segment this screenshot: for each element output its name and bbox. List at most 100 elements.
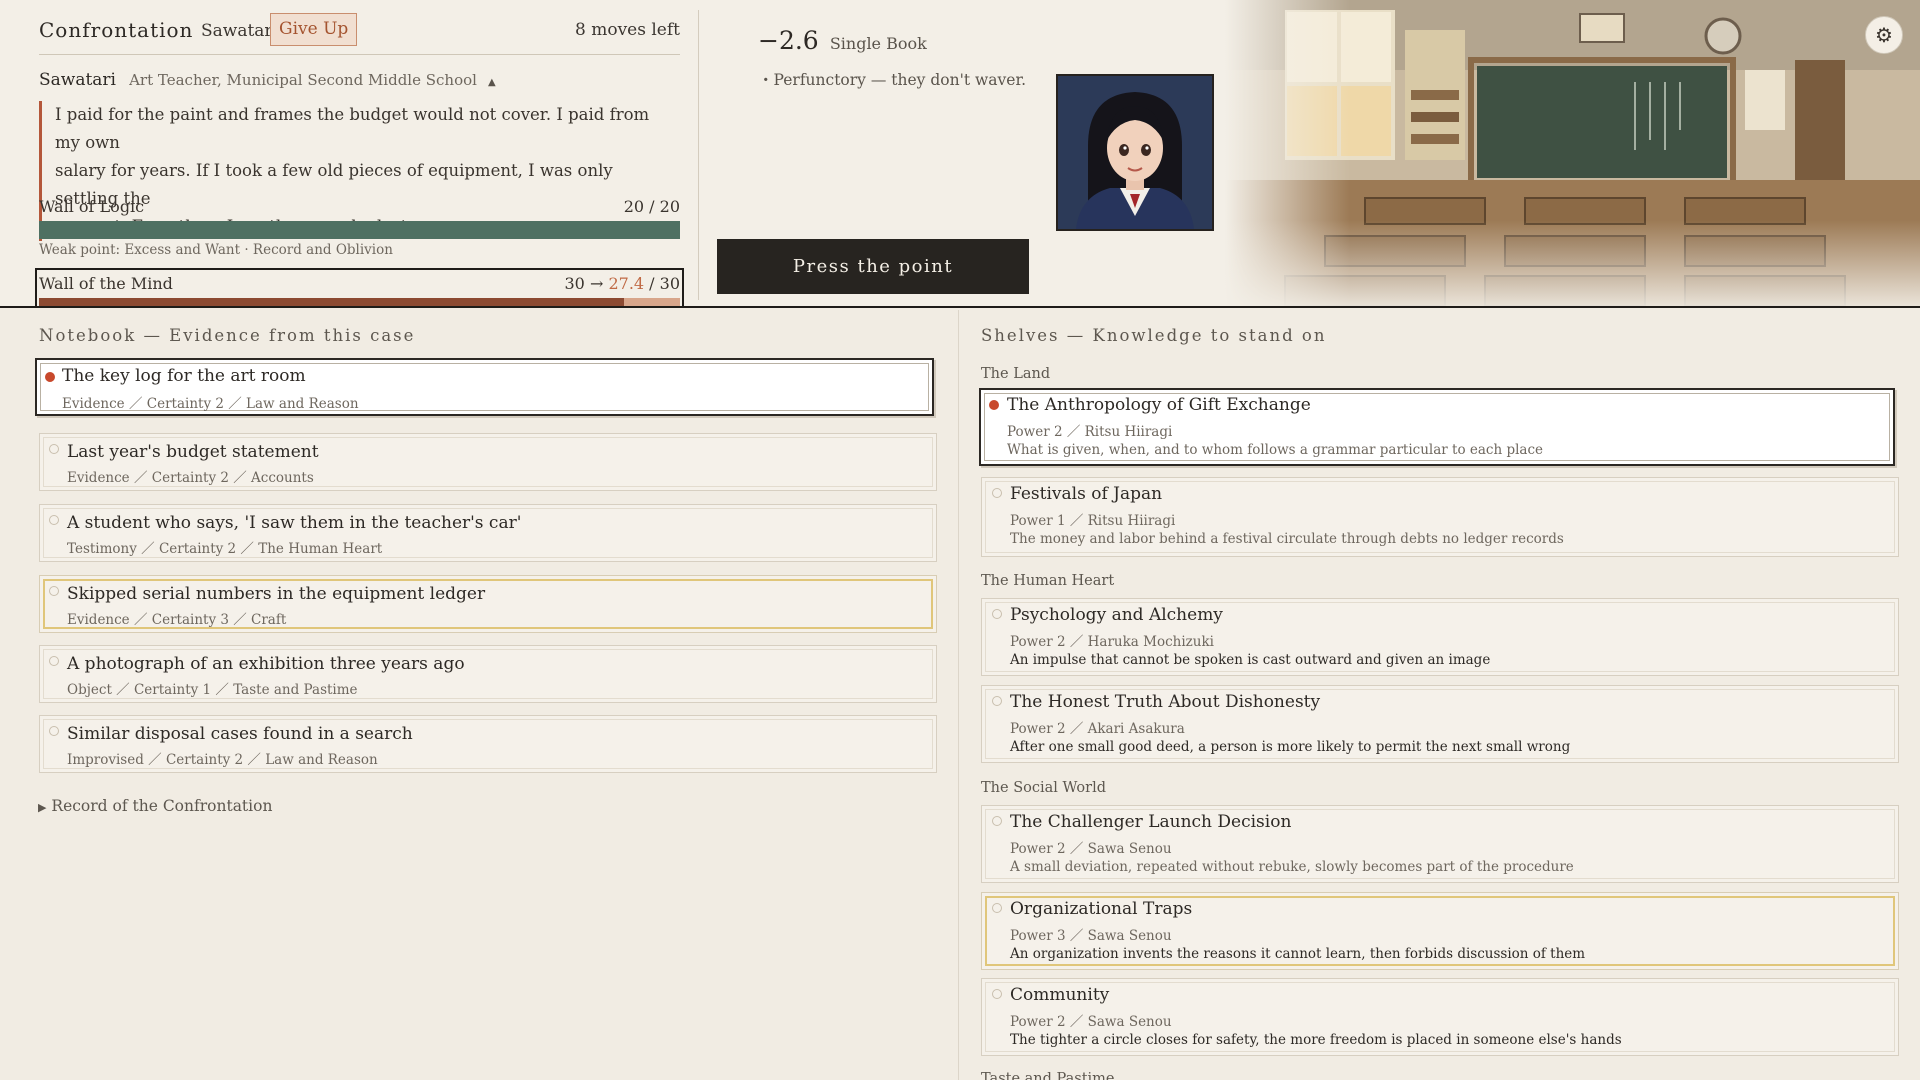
press-the-point-button[interactable]: Press the point (717, 239, 1029, 294)
quote-line: salary for years. If I took a few old pi… (55, 161, 613, 208)
section-divider (958, 310, 959, 1080)
attack-preview: −2.6 Single Book (758, 26, 927, 55)
book-title: Psychology and Alchemy (1010, 605, 1223, 625)
status-dot (45, 372, 55, 382)
triangle-right-icon: ▶ (38, 801, 47, 814)
book-description: The tighter a circle closes for safety, … (1010, 1032, 1622, 1048)
shelf-category: The Land (981, 366, 1051, 382)
book-meta: Power 2 ／ Haruka Mochizuki (1010, 634, 1214, 650)
evidence-card[interactable]: Last year's budget statement Evidence ／ C… (39, 433, 937, 491)
speaker-role: Art Teacher, Municipal Second Middle Sch… (129, 71, 477, 89)
wall-of-mind-max: / 30 (644, 274, 680, 293)
book-card[interactable]: The Anthropology of Gift Exchange Power 2… (979, 388, 1895, 466)
wall-of-mind-before: 30 → (564, 274, 604, 293)
evidence-card[interactable]: A photograph of an exhibition three year… (39, 645, 937, 703)
book-meta: Power 2 ／ Sawa Senou (1010, 1014, 1172, 1030)
evidence-meta: Object ／ Certainty 1 ／ Taste and Pastime (67, 682, 358, 698)
speaker-quote: I paid for the paint and frames the budg… (39, 101, 659, 241)
evidence-card[interactable]: Skipped serial numbers in the equipment … (39, 575, 937, 633)
opponent-name: Sawatari (201, 21, 278, 41)
status-dot (49, 515, 59, 525)
shelf-category: The Social World (981, 780, 1107, 796)
evidence-meta: Evidence ／ Certainty 2 ／ Law and Reason (62, 396, 359, 412)
wall-of-logic-fill (39, 221, 680, 239)
collapse-toggle-icon[interactable]: ▲ (488, 77, 496, 88)
status-dot (49, 586, 59, 596)
shelf-category: Taste and Pastime (981, 1071, 1115, 1080)
attack-kind: Single Book (829, 34, 927, 53)
attack-note: ・Perfunctory — they don't waver. (758, 71, 1027, 89)
book-title: Festivals of Japan (1010, 484, 1163, 504)
notebook-title: Notebook — Evidence from this case (39, 326, 416, 345)
evidence-title: A student who says, 'I saw them in the t… (67, 513, 522, 533)
wall-of-mind-after: 27.4 (608, 274, 645, 293)
book-title: The Challenger Launch Decision (1010, 812, 1292, 832)
portrait-image (1058, 76, 1212, 229)
book-title: Community (1010, 985, 1110, 1005)
status-dot (992, 816, 1002, 826)
give-up-button[interactable]: Give Up (270, 13, 358, 46)
book-card[interactable]: Organizational Traps Power 3 ／ Sawa Senou… (981, 892, 1899, 970)
evidence-meta: Evidence ／ Certainty 2 ／ Accounts (67, 470, 314, 486)
book-card[interactable]: The Challenger Launch Decision Power 2 ／ … (981, 805, 1899, 883)
status-dot (49, 444, 59, 454)
evidence-meta: Evidence ／ Certainty 3 ／ Craft (67, 612, 287, 628)
quote-line: I paid for the paint and frames the budg… (55, 105, 650, 152)
wall-of-logic-bar (39, 221, 680, 239)
book-meta: Power 2 ／ Ritsu Hiiragi (1007, 424, 1173, 440)
speaker-name: Sawatari (39, 70, 116, 90)
status-dot (49, 726, 59, 736)
shelf-category: The Human Heart (981, 573, 1115, 589)
evidence-title: A photograph of an exhibition three year… (67, 654, 465, 674)
book-description: A small deviation, repeated without rebu… (1010, 859, 1574, 875)
speaker-line: Sawatari Art Teacher, Municipal Second M… (39, 70, 496, 90)
status-dot (992, 903, 1002, 913)
status-dot (992, 696, 1002, 706)
gear-icon[interactable]: ⚙ (1865, 16, 1903, 54)
column-divider (698, 10, 699, 300)
status-dot (992, 989, 1002, 999)
evidence-title: Skipped serial numbers in the equipment … (67, 584, 486, 604)
book-description: What is given, when, and to whom follows… (1007, 442, 1544, 458)
book-card[interactable]: Psychology and Alchemy Power 2 ／ Haruka M… (981, 598, 1899, 676)
book-meta: Power 1 ／ Ritsu Hiiragi (1010, 513, 1176, 529)
book-description: After one small good deed, a person is m… (1010, 739, 1571, 755)
book-meta: Power 2 ／ Akari Asakura (1010, 721, 1185, 737)
wall-of-mind-bar (39, 298, 680, 306)
status-dot (992, 488, 1002, 498)
evidence-title: Last year's budget statement (67, 442, 319, 462)
wall-of-logic-label: Wall of Logic (39, 197, 145, 216)
book-card[interactable]: Community Power 2 ／ Sawa Senou The tighter… (981, 978, 1899, 1056)
attack-amount: −2.6 (758, 26, 819, 55)
book-title: The Anthropology of Gift Exchange (1007, 395, 1311, 415)
confrontation-panel: Confrontation Sawatari Give Up 8 moves l… (0, 0, 1920, 308)
record-label: Record of the Confrontation (51, 797, 273, 815)
status-dot (49, 656, 59, 666)
record-of-confrontation-toggle[interactable]: ▶ Record of the Confrontation (38, 797, 272, 815)
confrontation-info: Confrontation Sawatari Give Up 8 moves l… (35, 0, 684, 306)
evidence-title: Similar disposal cases found in a search (67, 724, 413, 744)
evidence-meta: Testimony ／ Certainty 2 ／ The Human Hear… (67, 541, 383, 557)
status-dot (989, 400, 999, 410)
book-description: The money and labor behind a festival ci… (1010, 531, 1564, 547)
shelves-title: Shelves — Knowledge to stand on (981, 326, 1327, 345)
book-description: An organization invents the reasons it c… (1010, 946, 1586, 962)
classroom-scene-image (1225, 0, 1920, 306)
evidence-card[interactable]: The key log for the art room Evidence ／ C… (35, 358, 934, 416)
opponent-portrait (1056, 74, 1214, 231)
evidence-card[interactable]: A student who says, 'I saw them in the t… (39, 504, 937, 562)
wall-of-mind-value: 30 → 27.4 / 30 (565, 274, 681, 293)
wall-of-logic-value: 20 / 20 (623, 197, 680, 216)
evidence-title: The key log for the art room (62, 366, 306, 386)
book-meta: Power 2 ／ Sawa Senou (1010, 841, 1172, 857)
book-title: Organizational Traps (1010, 899, 1193, 919)
evidence-card[interactable]: Similar disposal cases found in a search… (39, 715, 937, 773)
book-title: The Honest Truth About Dishonesty (1010, 692, 1321, 712)
book-card[interactable]: Festivals of Japan Power 1 ／ Ritsu Hiirag… (981, 477, 1899, 557)
book-description: An impulse that cannot be spoken is cast… (1010, 652, 1491, 668)
confrontation-header: Confrontation Sawatari Give Up 8 moves l… (39, 12, 680, 55)
confrontation-title: Confrontation (39, 18, 194, 42)
book-card[interactable]: The Honest Truth About Dishonesty Power 2… (981, 685, 1899, 763)
wall-of-mind-fill (39, 298, 625, 306)
status-dot (992, 609, 1002, 619)
